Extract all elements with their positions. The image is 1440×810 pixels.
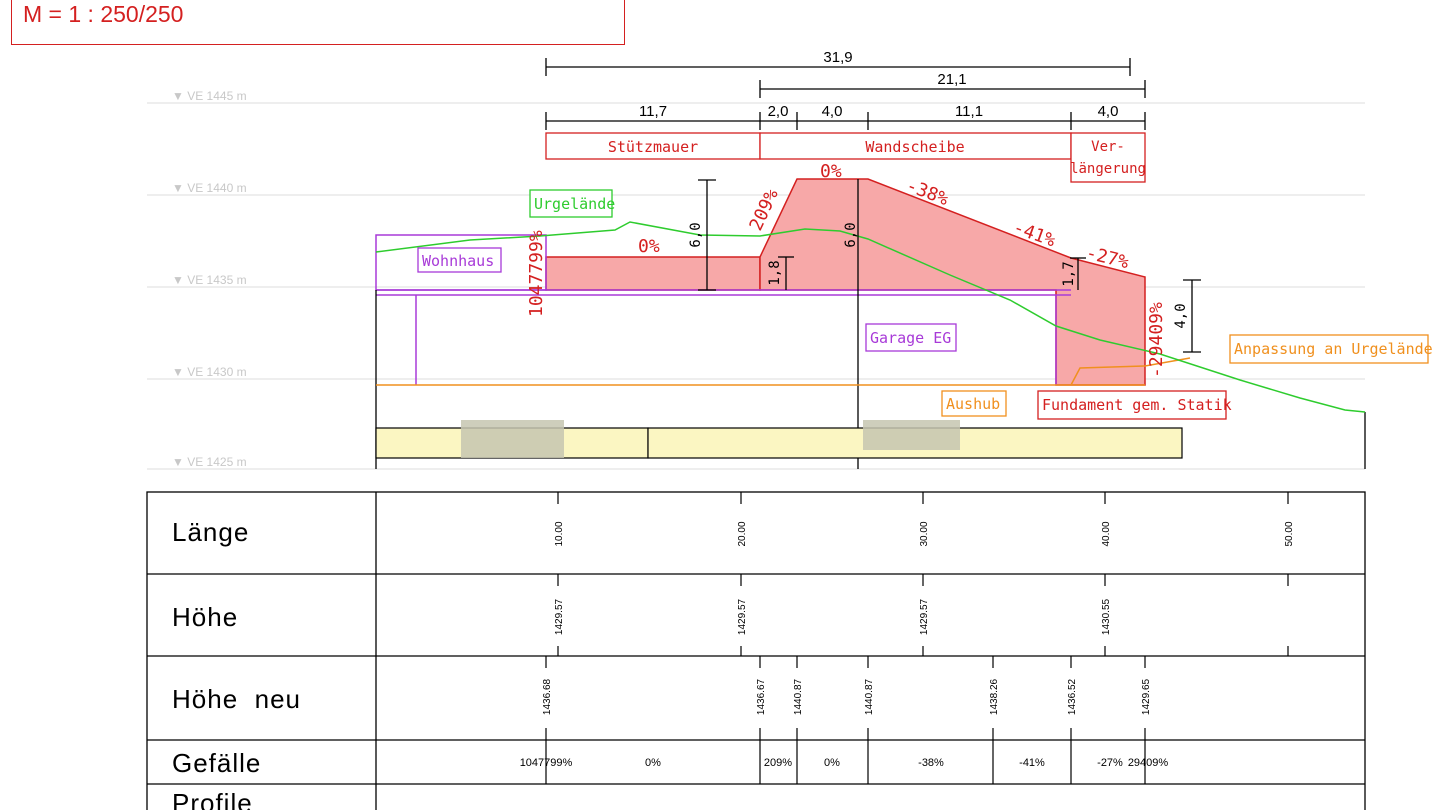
height-label-5: 4,0 (1173, 303, 1189, 328)
slope-label-stuetzmauer: 0% (638, 236, 660, 257)
level-label-1425: ▼ VE 1425 m (172, 455, 247, 469)
hoehe-value-1: 1429.57 (554, 598, 565, 635)
row-label-hoehe: Höhe (172, 602, 238, 632)
dimension-wall: 21,1 (937, 71, 966, 88)
stuetzmauer-fill (545, 256, 761, 291)
laenge-value-2: 20.00 (737, 521, 748, 546)
height-label-2: 1,8 (767, 260, 783, 285)
hoehe-value-4: 1430.55 (1101, 598, 1112, 635)
gefaelle-value-8: 29409% (1128, 757, 1169, 769)
height-label-4: 1,7 (1061, 261, 1077, 286)
slope-label-top: 0% (820, 161, 842, 182)
hoehe-neu-value-5: 1438.26 (989, 678, 1000, 715)
gefaelle-value-4: 0% (824, 757, 840, 769)
level-label-1445: ▼ VE 1445 m (172, 89, 247, 103)
section-label-wandscheibe: Wandscheibe (865, 138, 964, 156)
hoehe-neu-ticks (545, 656, 1146, 784)
level-label-1440: ▼ VE 1440 m (172, 181, 247, 195)
wandscheibe-fill (759, 178, 1146, 386)
hoehe-neu-value-2: 1436.67 (756, 678, 767, 715)
laenge-value-5: 50.00 (1284, 521, 1295, 546)
row-label-hoehe-neu: Höhe neu (172, 684, 301, 714)
slope-label-wohnhaus: 1047799% (526, 230, 547, 317)
laenge-value-3: 30.00 (919, 521, 930, 546)
laenge-value-4: 40.00 (1101, 521, 1112, 546)
height-label-3: 6,0 (843, 222, 859, 247)
urgelaende-label: Urgelände (534, 195, 615, 213)
hoehe-neu-value-4: 1440.87 (864, 678, 875, 715)
dimension-segment-5: 4,0 (1098, 103, 1119, 120)
gefaelle-value-2: 0% (645, 757, 661, 769)
height-label-1: 6,0 (688, 222, 704, 247)
section-label-verlaengerung-2: längerung (1070, 161, 1146, 177)
dimension-segment-3: 4,0 (822, 103, 843, 120)
hoehe-value-3: 1429.57 (919, 598, 930, 635)
profile-table (146, 491, 1366, 810)
dimension-segment-1: 11,7 (639, 103, 667, 120)
dimension-segment-4: 11,1 (955, 103, 983, 120)
row-label-gefaelle: Gefälle (172, 748, 261, 778)
hoehe-value-2: 1429.57 (737, 598, 748, 635)
hoehe-neu-value-3: 1440.87 (793, 678, 804, 715)
aushub-label: Aushub (946, 395, 1000, 413)
gefaelle-value-1: 1047799% (520, 757, 573, 769)
slope-label-end: -29409% (1146, 302, 1167, 378)
wohnhaus-label: Wohnhaus (422, 252, 494, 270)
row-label-laenge: Länge (172, 517, 249, 547)
gefaelle-value-6: -41% (1019, 757, 1045, 769)
dimension-lines (545, 58, 1146, 130)
section-label-stuetzmauer: Stützmauer (608, 138, 698, 156)
blurred-marker-left (461, 420, 564, 458)
hoehe-neu-value-6: 1436.52 (1067, 678, 1078, 715)
level-label-1430: ▼ VE 1430 m (172, 365, 247, 379)
fundament-label: Fundament gem. Statik (1042, 396, 1232, 414)
hoehe-neu-value-1: 1436.68 (542, 678, 553, 715)
blurred-marker-right (863, 420, 960, 450)
gefaelle-value-3: 209% (764, 757, 792, 769)
anpassung-label: Anpassung an Urgelände (1234, 340, 1433, 358)
section-label-verlaengerung-1: Ver- (1091, 139, 1125, 155)
gefaelle-value-7: -27% (1097, 757, 1123, 769)
garage-label: Garage EG (870, 329, 951, 347)
profile-drawing: ▼ VE 1445 m ▼ VE 1440 m ▼ VE 1435 m ▼ VE… (146, 49, 1433, 810)
row-label-profile: Profile (172, 788, 253, 810)
dimension-segment-2: 2,0 (768, 103, 789, 120)
hoehe-neu-value-7: 1429.65 (1141, 678, 1152, 715)
dimension-total: 31,9 (823, 49, 852, 66)
laenge-value-1: 10.00 (554, 521, 565, 546)
gefaelle-value-5: -38% (918, 757, 944, 769)
level-label-1435: ▼ VE 1435 m (172, 273, 247, 287)
